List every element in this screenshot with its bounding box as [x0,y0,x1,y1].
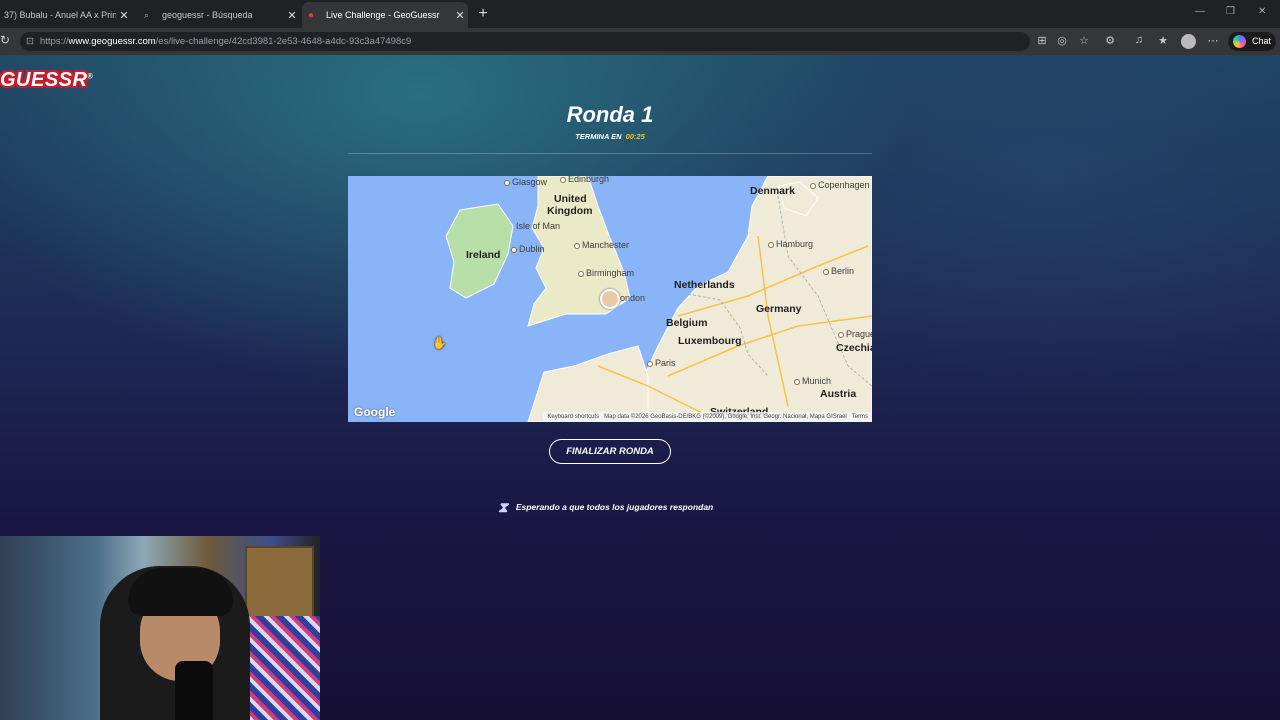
streamer-hair [128,568,233,616]
registered-mark: ® [87,73,94,81]
tab-title: Live Challenge - GeoGuessr [326,10,440,20]
map-label-glasgow: Glasgow [504,177,547,187]
favorite-star-icon[interactable]: ☆ [1076,34,1092,47]
map-label-luxembourg: Luxembourg [678,335,742,347]
map-label-dublin: Dublin [511,244,545,254]
map-label-edinburgh: Edinburgh [560,176,609,184]
tab-strip: 37) Bubalu - Anuel AA x Prince R ✕ ⌕ geo… [0,0,1280,28]
copilot-chat-button[interactable]: Chat [1228,32,1276,51]
map-label-hamburg: Hamburg [768,239,813,249]
map-label-manchester: Manchester [574,240,629,250]
webcam-overlay [0,536,320,720]
shelf-image [245,546,314,620]
url-scheme: https:// [40,36,69,47]
google-logo: Google [354,405,396,419]
more-menu-icon[interactable]: ⋯ [1205,34,1221,47]
bedding-image [240,616,320,720]
reload-icon[interactable]: ↻ [0,33,10,47]
map-label-berlin: Berlin [823,266,854,276]
round-title: Ronda 1 [566,102,654,127]
reader-icon[interactable]: ◎ [1054,34,1070,47]
finish-round-button[interactable]: FINALIZAR RONDA [549,439,671,464]
map-label-kingdom: Kingdom [547,205,593,217]
url-host: www.geoguessr.com [68,36,156,47]
map-label-czechia: Czechia [836,342,872,354]
address-bar[interactable]: ⊡ https://www.geoguessr.com/es/live-chal… [20,32,1030,51]
url-path: /es/live-challenge/42cd3981-2e53-4648-a4… [155,36,412,47]
close-icon[interactable]: ✕ [116,9,132,22]
waiting-text: Esperando a que todos los jugadores resp… [515,502,714,512]
timer-value: 00:25 [625,132,645,141]
map-label-london: ondon [620,293,646,303]
map-label-paris: Paris [647,358,676,368]
player-avatar-marker[interactable] [600,289,620,309]
timer-label: TERMINA EN [575,132,622,141]
logo-text: GUESSR [0,69,88,91]
round-timer: TERMINA EN 00:25 [0,132,1220,141]
tab-title: geoguessr - Búsqueda [162,10,253,20]
tab-live-challenge[interactable]: ● Live Challenge - GeoGuessr ✕ [302,2,468,28]
map-label-united: United [554,193,587,205]
profile-avatar[interactable] [1181,34,1196,49]
close-icon[interactable]: ✕ [284,9,300,22]
geoguessr-logo[interactable]: GUESSR® [0,69,93,92]
map-attribution: Keyboard shortcuts Map data ©2026 GeoBas… [543,412,872,422]
map-label-austria: Austria [820,388,857,400]
map-label-germany: Germany [756,303,802,315]
map-label-isle-of-man: Isle of Man [516,221,561,231]
extensions-icon[interactable]: ⚙ [1102,34,1118,47]
microphone-icon [175,661,213,720]
restore-icon[interactable]: ❐ [1226,6,1235,17]
minimize-icon[interactable]: — [1195,6,1205,17]
new-tab-button[interactable]: + [474,5,492,23]
terms-link[interactable]: Terms [852,414,868,420]
waiting-status: ⧗ Esperando a que todos los jugadores re… [498,496,713,518]
map-label-belgium: Belgium [666,317,708,329]
map-data-text: Map data ©2026 GeoBasis-DE/BKG (©2009), … [604,414,847,420]
media-icon[interactable]: ♫ [1131,34,1147,46]
keyboard-shortcuts-link[interactable]: Keyboard shortcuts [547,414,599,420]
guess-map[interactable]: Glasgow Edinburgh United Kingdom Isle of… [348,176,872,422]
search-icon: ⌕ [144,9,150,20]
divider [348,153,872,154]
hand-cursor-icon: ✋ [432,336,447,350]
lock-icon: ⊡ [26,36,34,47]
tab-title: 37) Bubalu - Anuel AA x Prince R [4,10,116,20]
tab-search[interactable]: ⌕ geoguessr - Búsqueda ✕ [138,2,300,28]
location-pin-icon: ● [308,9,315,21]
hourglass-icon: ⧗ [498,498,508,515]
map-label-copenhagen: Copenhagen [810,180,870,190]
tab-music[interactable]: 37) Bubalu - Anuel AA x Prince R ✕ [0,2,132,28]
map-label-denmark: Denmark [750,185,795,197]
map-label-birmingham: Birmingham [578,268,634,278]
map-label-netherlands: Netherlands [674,279,735,291]
map-label-munich: Munich [794,376,831,386]
close-window-icon[interactable]: ✕ [1258,6,1266,17]
close-icon[interactable]: ✕ [452,9,468,22]
copilot-icon [1233,35,1246,48]
favorites-icon[interactable]: ★ [1155,34,1171,47]
app-available-icon[interactable]: ⊞ [1034,34,1050,47]
chat-label: Chat [1251,36,1271,46]
map-label-prague: Prague [838,329,872,339]
map-label-ireland: Ireland [466,249,501,261]
